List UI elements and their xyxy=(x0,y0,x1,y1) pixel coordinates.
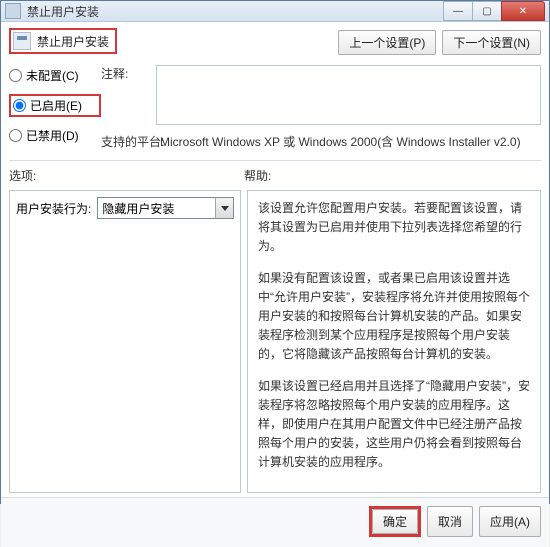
help-p3: 如果该设置已经启用并且选择了“隐藏用户安装”，安装程序将忽略按照每个用户安装的应… xyxy=(258,377,530,473)
comment-textarea[interactable] xyxy=(156,65,541,125)
platform-value: Microsoft Windows XP 或 Windows 2000(含 Wi… xyxy=(156,133,541,150)
apply-button[interactable]: 应用(A) xyxy=(479,506,541,537)
options-label: 选项: xyxy=(9,167,244,184)
prev-setting-button[interactable]: 上一个设置(P) xyxy=(338,30,436,55)
divider xyxy=(9,160,541,161)
footer: 确定 取消 应用(A) xyxy=(1,497,549,547)
maximize-button[interactable]: ▢ xyxy=(472,1,502,21)
radio-not-configured-input[interactable] xyxy=(9,69,22,82)
radio-enabled[interactable]: 已启用(E) xyxy=(13,97,82,114)
radio-not-configured-label: 未配置(C) xyxy=(26,67,79,84)
state-radios: 未配置(C) 已启用(E) 已禁用(D) xyxy=(9,65,101,144)
radio-enabled-highlight: 已启用(E) xyxy=(9,94,101,117)
ok-button[interactable]: 确定 xyxy=(372,509,418,534)
close-button[interactable]: ✕ xyxy=(501,1,545,21)
cancel-button[interactable]: 取消 xyxy=(427,506,473,537)
help-label: 帮助: xyxy=(244,167,541,184)
radio-not-configured[interactable]: 未配置(C) xyxy=(9,67,101,84)
section-labels: 选项: 帮助: xyxy=(9,167,541,184)
titlebar: 禁止用户安装 — ▢ ✕ xyxy=(1,1,549,22)
policy-title: 禁止用户安装 xyxy=(37,33,109,50)
behavior-combo-value: 隐藏用户安装 xyxy=(102,200,174,217)
window-buttons: — ▢ ✕ xyxy=(444,1,545,21)
window-title: 禁止用户安装 xyxy=(27,3,444,20)
radio-disabled-input[interactable] xyxy=(9,129,22,142)
policy-icon xyxy=(13,32,31,50)
ok-button-highlight: 确定 xyxy=(369,506,421,537)
options-pane: 用户安装行为: 隐藏用户安装 xyxy=(9,190,241,493)
app-icon xyxy=(5,3,21,19)
behavior-combo[interactable]: 隐藏用户安装 xyxy=(97,197,234,219)
platform-label: 支持的平台: xyxy=(101,133,156,150)
chevron-down-icon[interactable] xyxy=(215,198,233,218)
header-row: 禁止用户安装 上一个设置(P) 下一个设置(N) xyxy=(9,28,541,55)
radio-disabled-label: 已禁用(D) xyxy=(26,127,79,144)
policy-editor-window: 禁止用户安装 — ▢ ✕ 禁止用户安装 上一个设置(P) 下一个设置(N) 未配 xyxy=(0,0,550,504)
help-pane: 该设置允许您配置用户安装。若要配置该设置，请将其设置为已启用并使用下拉列表选择您… xyxy=(247,190,541,493)
help-p1: 该设置允许您配置用户安装。若要配置该设置，请将其设置为已启用并使用下拉列表选择您… xyxy=(258,199,530,257)
radio-disabled[interactable]: 已禁用(D) xyxy=(9,127,101,144)
config-grid: 未配置(C) 已启用(E) 已禁用(D) 注释: 支持的平台: Microsof… xyxy=(9,65,541,150)
help-p2: 如果没有配置该设置，或者果已启用该设置并选中“允许用户安装”，安装程序将允许并使… xyxy=(258,269,530,365)
next-setting-button[interactable]: 下一个设置(N) xyxy=(442,30,541,55)
comment-label: 注释: xyxy=(101,65,156,82)
content-area: 禁止用户安装 上一个设置(P) 下一个设置(N) 未配置(C) 已启用(E) xyxy=(1,22,549,497)
policy-title-box: 禁止用户安装 xyxy=(9,28,117,54)
minimize-button[interactable]: — xyxy=(443,1,473,21)
nav-buttons: 上一个设置(P) 下一个设置(N) xyxy=(338,28,541,55)
radio-enabled-input[interactable] xyxy=(13,99,26,112)
lower-panes: 用户安装行为: 隐藏用户安装 该设置允许您配置用户安装。若要配置该设置，请将其设… xyxy=(9,190,541,493)
behavior-label: 用户安装行为: xyxy=(16,197,91,217)
radio-enabled-label: 已启用(E) xyxy=(30,97,82,114)
